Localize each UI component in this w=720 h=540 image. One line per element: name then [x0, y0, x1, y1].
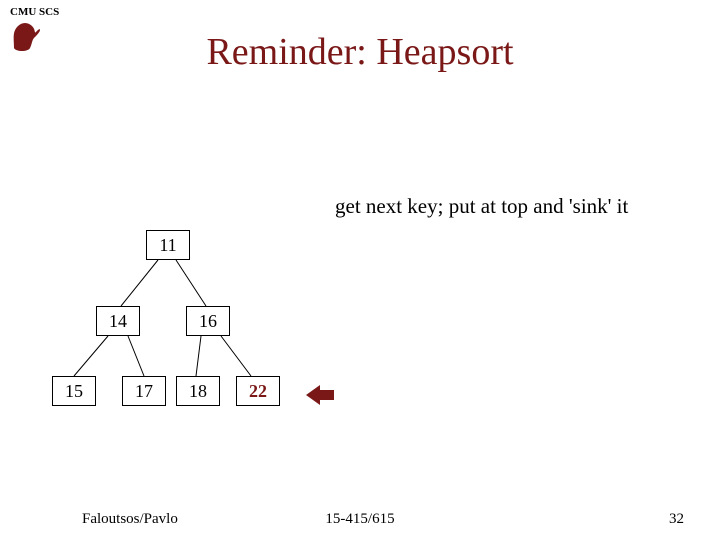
org-label: CMU SCS — [10, 6, 59, 18]
footer-page: 32 — [669, 511, 684, 528]
node-lr: 17 — [122, 376, 166, 406]
node-rl: 18 — [176, 376, 220, 406]
step-description: get next key; put at top and 'sink' it — [335, 194, 628, 219]
node-rr-highlighted: 22 — [236, 376, 280, 406]
arrow-left-icon — [306, 385, 334, 410]
node-ll: 15 — [52, 376, 96, 406]
heap-tree-diagram: 11 14 16 15 17 18 22 — [46, 230, 346, 430]
footer-course: 15-415/615 — [0, 511, 720, 528]
node-root: 11 — [146, 230, 190, 260]
slide-title: Reminder: Heapsort — [0, 30, 720, 74]
node-right: 16 — [186, 306, 230, 336]
node-left: 14 — [96, 306, 140, 336]
